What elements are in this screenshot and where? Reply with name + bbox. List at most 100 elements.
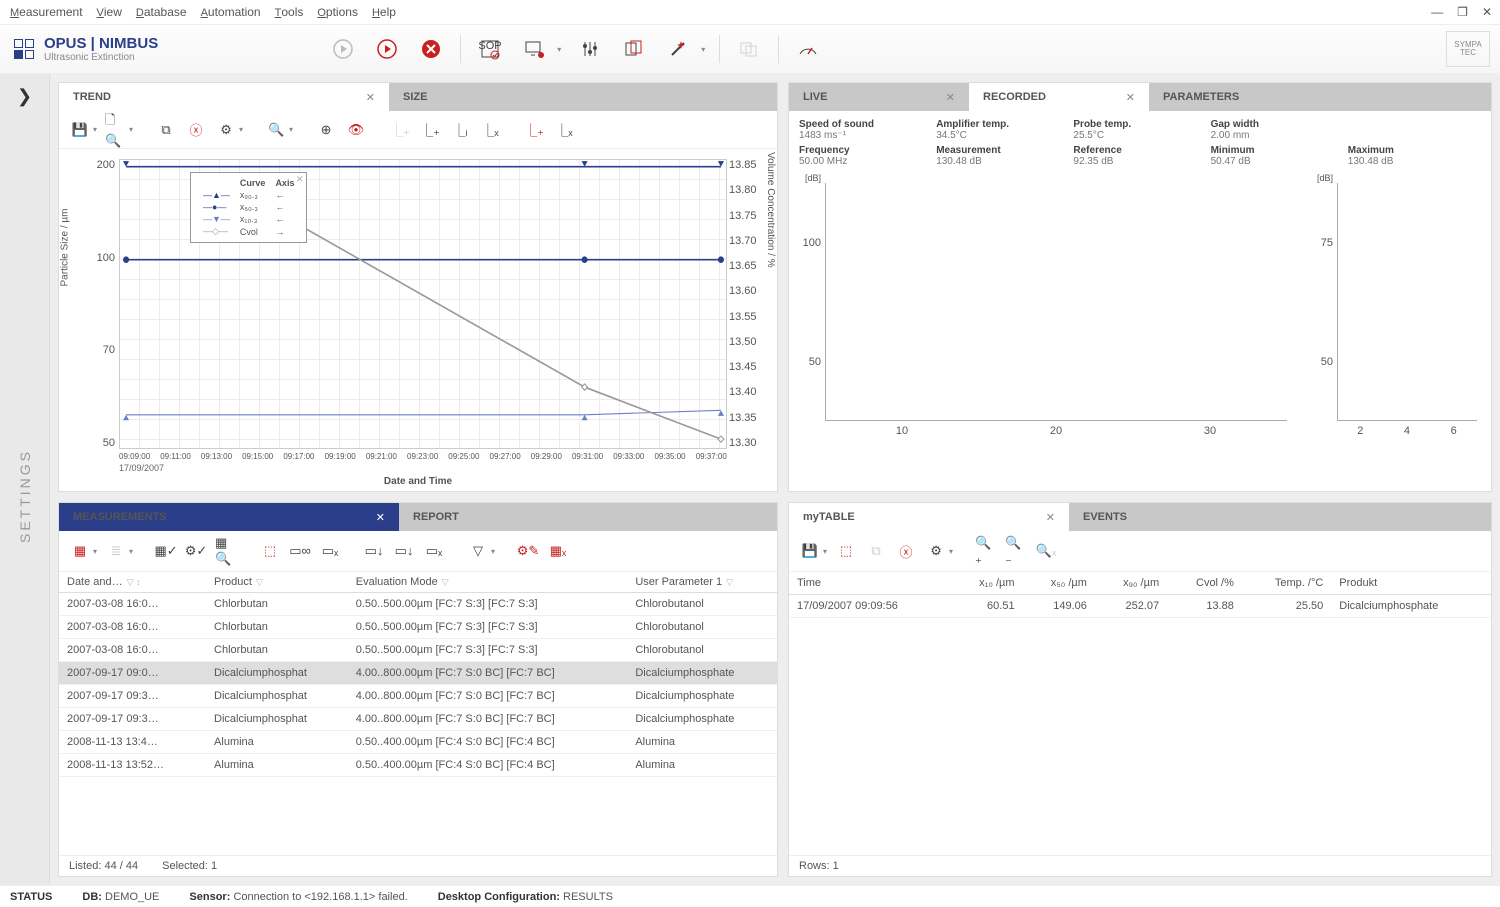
- sheets-button[interactable]: [619, 34, 649, 64]
- tab-events[interactable]: EVENTS: [1069, 503, 1141, 531]
- menu-help[interactable]: Help: [372, 5, 396, 19]
- menu-measurement[interactable]: Measurement: [10, 5, 83, 19]
- expand-sidebar-button[interactable]: ❯: [17, 86, 32, 107]
- vendor-logo: SYMPATEC: [1446, 31, 1490, 67]
- menu-options[interactable]: Options: [317, 5, 358, 19]
- row-del2-icon[interactable]: ▭ₓ: [423, 540, 445, 562]
- axis-4-icon[interactable]: ⎿ₓ: [479, 119, 501, 141]
- tab-measurements[interactable]: MEASUREMENTS✕: [59, 503, 399, 531]
- col-eval[interactable]: Evaluation Mode▽: [348, 572, 628, 593]
- row-del-icon[interactable]: ▭ₓ: [319, 540, 341, 562]
- table-row[interactable]: 2007-09-17 09:0…Dicalciumphosphat4.00..8…: [59, 662, 777, 685]
- mytable-grid[interactable]: Timex₁₀ /µmx₅₀ /µmx₉₀ /µmCvol /%Temp. /°…: [789, 572, 1491, 618]
- recorded-chart-sub[interactable]: [dB] 7550 246: [1311, 179, 1481, 439]
- close-tab-icon[interactable]: ✕: [366, 91, 375, 104]
- row-down2-icon[interactable]: ▭↓: [393, 540, 415, 562]
- save-icon[interactable]: 💾: [799, 540, 821, 562]
- mytable-toolbar: 💾▾ ⬚ ⧉ ⓧ ⚙▾ 🔍₊ 🔍₋ 🔍ₓ: [789, 531, 1491, 571]
- table-row[interactable]: 17/09/2007 09:09:5660.51149.06252.0713.8…: [789, 595, 1491, 618]
- target-icon[interactable]: ⊕: [315, 119, 337, 141]
- trend-plot[interactable]: CurveAxis —▲—x₉₀.₃← —●—x₅₀.₃← —▼—x₁₀.₃← …: [119, 159, 727, 449]
- col-userparam[interactable]: User Parameter 1▽: [627, 572, 777, 593]
- col-date[interactable]: Date and…▽ ↕: [59, 572, 206, 593]
- menu-database[interactable]: Database: [136, 5, 187, 19]
- recorded-chart-main[interactable]: [dB] 10050 102030: [799, 179, 1291, 439]
- gear-icon[interactable]: ⚙: [925, 540, 947, 562]
- copy-icon[interactable]: ⧉: [865, 540, 887, 562]
- tab-mytable[interactable]: myTABLE✕: [789, 503, 1069, 531]
- gauge-button[interactable]: [793, 34, 823, 64]
- zoom-in-icon[interactable]: 🔍₊: [975, 540, 997, 562]
- app-header: OPUS | NIMBUS Ultrasonic Extinction SOP …: [0, 24, 1500, 74]
- restore-icon[interactable]: ❐: [1457, 5, 1468, 19]
- menu-view[interactable]: View: [97, 5, 122, 19]
- monitor-button[interactable]: [519, 34, 549, 64]
- sliders-check-icon[interactable]: ⚙✓: [185, 540, 207, 562]
- play-outline-button[interactable]: [328, 34, 358, 64]
- measurements-toolbar: ▦▾ ≣▾ ▦✓ ⚙✓ ▦🔍 ⬚ ▭∞ ▭ₓ ▭↓ ▭↓ ▭ₓ ▽▾ ⚙✎ ▦ₓ: [59, 531, 777, 571]
- table-row[interactable]: 2008-11-13 13:4…Alumina0.50..400.00µm [F…: [59, 731, 777, 754]
- gear-edit-icon[interactable]: ⚙✎: [517, 540, 539, 562]
- close-icon[interactable]: ✕: [1482, 5, 1492, 19]
- row-inf-icon[interactable]: ▭∞: [289, 540, 311, 562]
- table-row[interactable]: 2007-03-08 16:0…Chlorbutan0.50..500.00µm…: [59, 616, 777, 639]
- sop-button[interactable]: SOP: [475, 34, 505, 64]
- clear-icon[interactable]: ⓧ: [185, 119, 207, 141]
- play-button[interactable]: [372, 34, 402, 64]
- axis-6-icon[interactable]: ⎿ₓ: [553, 119, 575, 141]
- table-del-icon[interactable]: ▦ₓ: [547, 540, 569, 562]
- copy-icon[interactable]: ⧉: [155, 119, 177, 141]
- table-row[interactable]: 2007-09-17 09:3…Dicalciumphosphat4.00..8…: [59, 685, 777, 708]
- sidebar-label: SETTINGS: [17, 449, 33, 543]
- stop-button[interactable]: [416, 34, 446, 64]
- table-search-icon[interactable]: ▦🔍: [215, 540, 237, 562]
- mytable-panel: myTABLE✕ EVENTS 💾▾ ⬚ ⧉ ⓧ ⚙▾ 🔍₊ 🔍₋ 🔍ₓ Tim…: [788, 502, 1492, 877]
- axis-3-icon[interactable]: ⎿ᵢ: [449, 119, 471, 141]
- zoom-out-icon[interactable]: 🔍₋: [1005, 540, 1027, 562]
- tab-recorded[interactable]: RECORDED✕: [969, 83, 1149, 111]
- recorded-panel: LIVE✕ RECORDED✕ PARAMETERS Speed of soun…: [788, 82, 1492, 492]
- windows-button[interactable]: [734, 34, 764, 64]
- zoom-icon[interactable]: 🔍: [265, 119, 287, 141]
- tab-size[interactable]: SIZE: [389, 83, 441, 111]
- gear-icon[interactable]: ⚙: [215, 119, 237, 141]
- col-product[interactable]: Product▽: [206, 572, 348, 593]
- table-check-icon[interactable]: ▦✓: [155, 540, 177, 562]
- statusbar: STATUS DB: DEMO_UE Sensor: Connection to…: [0, 885, 1500, 907]
- select-icon[interactable]: ⬚: [259, 540, 281, 562]
- menubar: Measurement View Database Automation Too…: [0, 0, 1500, 24]
- select-icon[interactable]: ⬚: [835, 540, 857, 562]
- table-row[interactable]: 2007-03-08 16:0…Chlorbutan0.50..500.00µm…: [59, 593, 777, 616]
- row-down-icon[interactable]: ▭↓: [363, 540, 385, 562]
- table-row[interactable]: 2008-11-13 13:52…Alumina0.50..400.00µm […: [59, 754, 777, 777]
- axis-5-icon[interactable]: ⎿₊: [523, 119, 545, 141]
- wand-button[interactable]: [663, 34, 693, 64]
- measurements-table[interactable]: Date and…▽ ↕ Product▽ Evaluation Mode▽ U…: [59, 572, 777, 777]
- minimize-icon[interactable]: —: [1431, 5, 1443, 19]
- filter-icon[interactable]: ▽: [467, 540, 489, 562]
- table-row[interactable]: 2007-09-17 09:3…Dicalciumphosphat4.00..8…: [59, 708, 777, 731]
- tab-report[interactable]: REPORT: [399, 503, 473, 531]
- axis-2-icon[interactable]: ⎿₊: [419, 119, 441, 141]
- tab-parameters[interactable]: PARAMETERS: [1149, 83, 1253, 111]
- selected-count: Selected: 1: [162, 860, 217, 872]
- listed-count: Listed: 44 / 44: [69, 860, 138, 872]
- zoom-reset-icon[interactable]: 🔍ₓ: [1035, 540, 1057, 562]
- clear-icon[interactable]: ⓧ: [895, 540, 917, 562]
- tab-trend[interactable]: TREND✕: [59, 83, 389, 111]
- table-row[interactable]: 2007-03-08 16:0…Chlorbutan0.50..500.00µm…: [59, 639, 777, 662]
- rows-count: Rows: 1: [799, 860, 839, 872]
- tab-live[interactable]: LIVE✕: [789, 83, 969, 111]
- axis-1-icon[interactable]: ⎿₊: [389, 119, 411, 141]
- table-red-icon[interactable]: ▦: [69, 540, 91, 562]
- save-icon[interactable]: 💾: [69, 119, 91, 141]
- legend[interactable]: CurveAxis —▲—x₉₀.₃← —●—x₅₀.₃← —▼—x₁₀.₃← …: [190, 172, 307, 243]
- trend-panel: TREND✕ SIZE 💾▾ 🗋🔍▾ ⧉ ⓧ ⚙▾ 🔍▾ ⊕ 👁 ⎿₊ ⎿₊ ⎿…: [58, 82, 778, 492]
- sliders-button[interactable]: [575, 34, 605, 64]
- sidebar: ❯ SETTINGS: [0, 74, 50, 885]
- menu-tools[interactable]: Tools: [275, 5, 304, 19]
- eye-icon[interactable]: 👁: [345, 119, 367, 141]
- menu-automation[interactable]: Automation: [201, 5, 261, 19]
- page-search-icon[interactable]: 🗋🔍: [105, 119, 127, 141]
- rows-icon[interactable]: ≣: [105, 540, 127, 562]
